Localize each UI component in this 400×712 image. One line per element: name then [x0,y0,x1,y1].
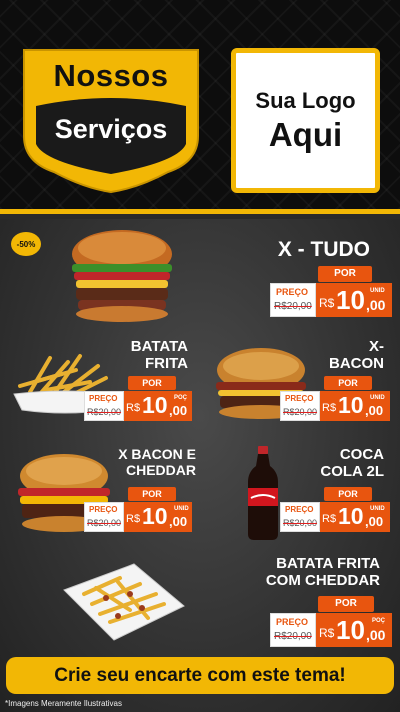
unit-label: UNID [174,506,189,512]
product-title: X- BACON [329,338,384,373]
preco-label: PREÇO [276,287,309,297]
price-value: 10 [338,392,364,418]
por-label: POR [324,487,372,501]
currency-symbol: R$ [126,513,141,525]
price-value: 10 [338,503,364,529]
unit-label: POÇ [372,618,386,624]
currency-symbol: R$ [322,402,337,414]
por-label: POR [128,487,176,501]
preco-label: PREÇO [285,505,314,514]
preco-label: PREÇO [89,394,118,403]
badge-title: Nossos [53,58,169,93]
price-value: 10 [142,392,168,418]
price-cents: ,00 [365,514,384,529]
currency-symbol: R$ [322,513,337,525]
product-title: COCA COLA 2L [320,446,384,481]
logo-placeholder[interactable]: Sua Logo Aqui [231,48,380,193]
soda-bottle-icon [246,446,280,545]
unit-label: UNID [370,506,385,512]
badge-subtitle: Serviços [54,114,168,144]
disclaimer-text: *Imagens Meramente Ilustrativas [5,699,122,708]
old-price: R$20,00 [87,518,122,528]
cta-banner[interactable]: Crie seu encarte com este tema! [6,657,394,694]
preco-label: PREÇO [89,505,118,514]
price-value: 10 [142,503,168,529]
price-cents: ,00 [169,403,188,418]
old-price: R$20,00 [274,301,312,312]
old-price: R$20,00 [283,518,318,528]
discount-badge: -50% [11,232,41,256]
product-title: X BACON E CHEDDAR [118,446,196,479]
price-value: 10 [336,285,365,315]
price-cents: ,00 [365,403,384,418]
unit-label: UNID [370,288,385,294]
services-badge: Nossos Serviços [18,44,204,194]
unit-label: UNID [370,395,385,401]
price-value: 10 [336,615,365,645]
currency-symbol: R$ [126,402,141,414]
currency-symbol: R$ [319,626,335,640]
unit-label: POÇ [174,395,188,401]
price-cents: ,00 [366,297,386,313]
product-title: BATATA FRITA [130,338,188,373]
price-cents: ,00 [169,514,188,529]
por-label: POR [318,596,374,612]
old-price: R$20,00 [274,631,312,642]
header: Nossos Serviços Sua Logo Aqui [0,0,400,214]
currency-symbol: R$ [319,296,335,310]
preco-label: PREÇO [276,617,309,627]
burger-icon [66,226,178,327]
logo-text-line1: Sua Logo [255,87,356,113]
product-title: BATATA FRITA COM CHEDDAR [265,555,380,590]
price-cents: ,00 [366,627,386,643]
por-label: POR [318,266,372,282]
logo-text-line2: Aqui [268,115,343,153]
por-label: POR [324,376,372,390]
old-price: R$20,00 [87,407,122,417]
old-price: R$20,00 [283,407,318,417]
fries-icon [60,560,188,649]
por-label: POR [128,376,176,390]
preco-label: PREÇO [285,394,314,403]
product-title: X - TUDO [277,238,370,261]
